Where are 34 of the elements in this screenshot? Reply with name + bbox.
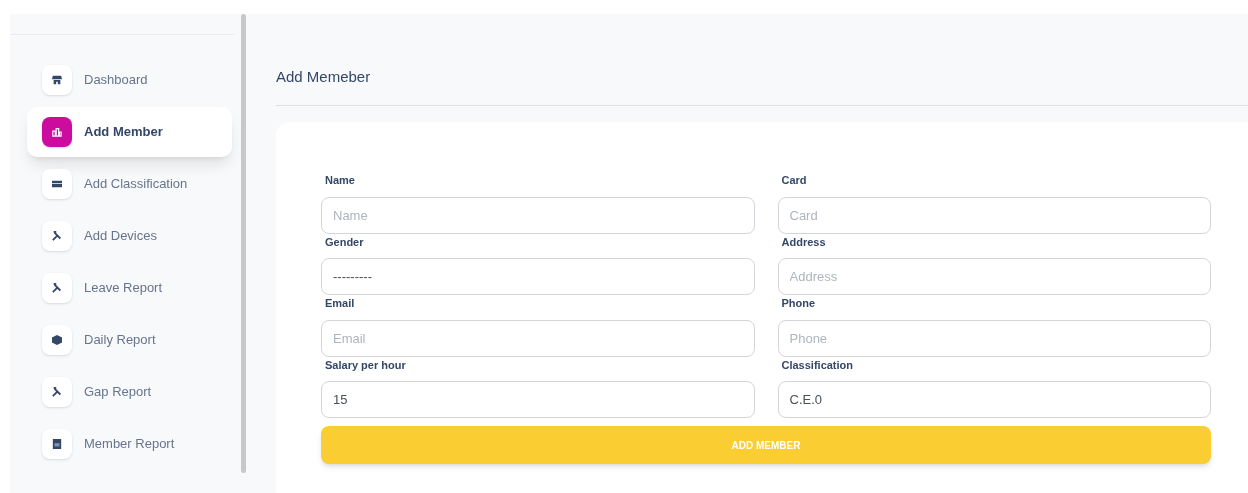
sidebar-item[interactable]: Dashboard <box>27 55 232 105</box>
input-field[interactable]: Email <box>321 319 755 357</box>
field-label: Classification <box>781 357 854 373</box>
input-field[interactable]: 15 <box>321 381 755 418</box>
sidebar-item[interactable]: Add Member <box>27 107 232 157</box>
sidebar-icon <box>42 169 72 199</box>
scrollbar[interactable] <box>241 14 246 473</box>
input-field[interactable]: --------- <box>321 258 755 295</box>
field-label: Gender <box>325 234 364 250</box>
page-title: Add Memeber <box>276 67 371 87</box>
sidebar-item[interactable]: Add Devices <box>27 211 232 261</box>
input-field[interactable]: C.E.0 <box>777 381 1211 418</box>
field-label: Salary per hour <box>325 357 406 373</box>
sidebar-item[interactable]: Member Report <box>27 419 232 469</box>
input-field[interactable]: Card <box>777 196 1211 234</box>
input-field[interactable]: Name <box>321 196 755 234</box>
sidebar-icon <box>42 325 72 355</box>
field-label: Name <box>325 173 355 188</box>
sidebar-item[interactable]: Daily Report <box>27 315 232 365</box>
input-field[interactable]: Address <box>777 258 1211 295</box>
sidebar-item[interactable]: Leave Report <box>27 263 232 313</box>
sidebar-icon <box>42 429 72 459</box>
sidebar-item[interactable]: Add Classification <box>27 159 232 209</box>
sidebar-icon <box>42 273 72 303</box>
sidebar-icon <box>42 221 72 251</box>
sidebar-icon <box>42 117 72 147</box>
field-label: Phone <box>781 296 816 311</box>
sidebar-icon <box>42 65 72 95</box>
input-field[interactable]: Phone <box>777 319 1211 357</box>
field-label: Address <box>781 234 826 250</box>
sidebar-icon <box>42 377 72 407</box>
sidebar-item[interactable]: Gap Report <box>27 367 232 417</box>
field-label: Card <box>781 173 807 188</box>
field-label: Email <box>325 296 355 311</box>
